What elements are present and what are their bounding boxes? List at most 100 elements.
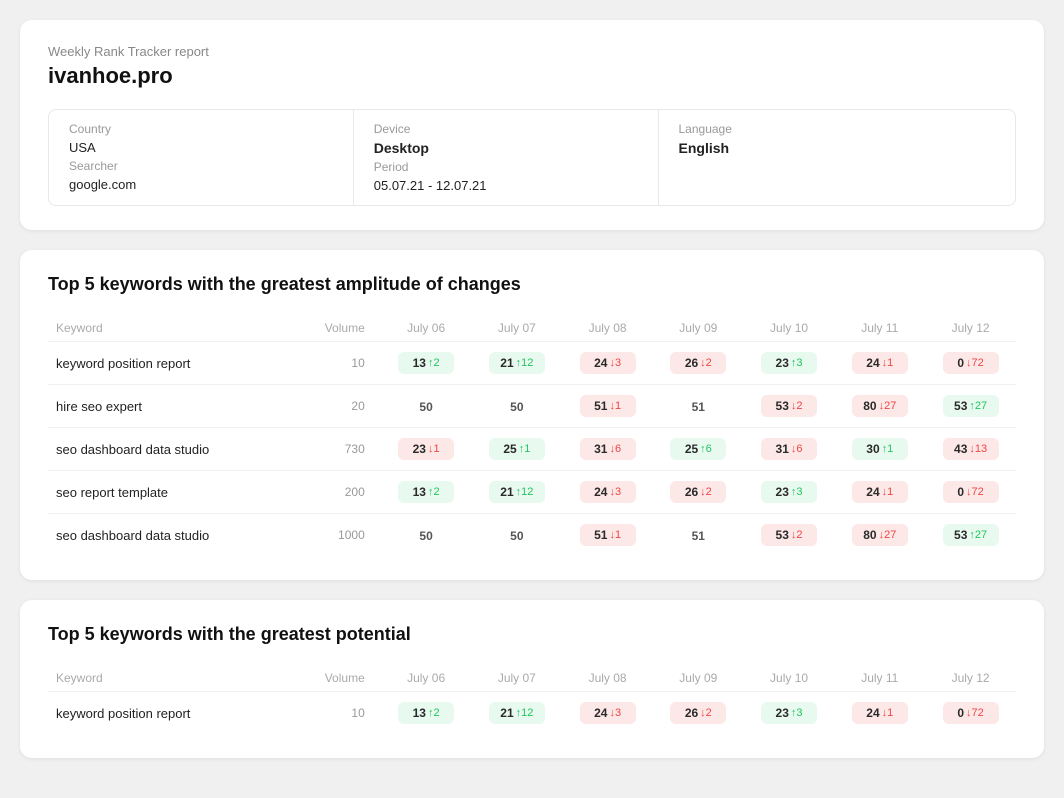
potential-thead: Keyword Volume July 06 July 07 July 08 J… [48, 665, 1016, 692]
keyword-cell: keyword position report [48, 342, 300, 385]
col-jul11: July 11 [834, 665, 925, 692]
cell-green: 25 ↑6 [670, 438, 726, 460]
amplitude-card: Top 5 keywords with the greatest amplitu… [20, 250, 1044, 580]
cell-red: 53 ↓2 [761, 395, 817, 417]
col-jul12: July 12 [925, 665, 1016, 692]
col-jul09: July 09 [653, 665, 744, 692]
country-label: Country [69, 122, 333, 136]
cell-red: 53 ↓2 [761, 524, 817, 546]
col-jul12: July 12 [925, 315, 1016, 342]
cell-green: 21 ↑12 [489, 352, 545, 374]
potential-card: Top 5 keywords with the greatest potenti… [20, 600, 1044, 758]
data-cell-0: 50 [381, 514, 472, 557]
cell-red: 24 ↓1 [852, 702, 908, 724]
col-jul06: July 06 [381, 315, 472, 342]
cell-plain: 50 [398, 529, 454, 543]
data-cell-3: 51 [653, 385, 744, 428]
col-keyword: Keyword [48, 315, 300, 342]
cell-green: 25 ↑1 [489, 438, 545, 460]
amplitude-tbody: keyword position report10 13 ↑2 21 ↑12 2… [48, 342, 1016, 557]
amplitude-table: Keyword Volume July 06 July 07 July 08 J… [48, 315, 1016, 556]
data-cell-6: 53 ↑27 [925, 514, 1016, 557]
table-row: seo dashboard data studio10005050 51 ↓1 … [48, 514, 1016, 557]
volume-cell: 730 [300, 428, 381, 471]
cell-red: 31 ↓6 [761, 438, 817, 460]
table-row: keyword position report10 13 ↑2 21 ↑12 2… [48, 342, 1016, 385]
volume-cell: 10 [300, 342, 381, 385]
data-cell-3: 26 ↓2 [653, 471, 744, 514]
data-cell-5: 24 ↓1 [834, 692, 925, 735]
data-cell-4: 23 ↑3 [744, 342, 835, 385]
report-header-card: Weekly Rank Tracker report ivanhoe.pro C… [20, 20, 1044, 230]
cell-red: 26 ↓2 [670, 352, 726, 374]
data-cell-1: 21 ↑12 [471, 342, 562, 385]
data-cell-0: 23 ↓1 [381, 428, 472, 471]
col-jul07: July 07 [471, 315, 562, 342]
col-jul08: July 08 [562, 665, 653, 692]
cell-green: 23 ↑3 [761, 702, 817, 724]
cell-plain: 50 [489, 400, 545, 414]
col-jul10: July 10 [744, 665, 835, 692]
data-cell-6: 0 ↓72 [925, 471, 1016, 514]
col-jul07: July 07 [471, 665, 562, 692]
col-volume: Volume [300, 315, 381, 342]
amplitude-title: Top 5 keywords with the greatest amplitu… [48, 274, 1016, 295]
data-cell-3: 26 ↓2 [653, 342, 744, 385]
data-cell-2: 51 ↓1 [562, 385, 653, 428]
data-cell-4: 23 ↑3 [744, 692, 835, 735]
data-cell-5: 24 ↓1 [834, 342, 925, 385]
cell-green: 13 ↑2 [398, 352, 454, 374]
cell-red: 80 ↓27 [852, 524, 908, 546]
col-volume: Volume [300, 665, 381, 692]
cell-green: 30 ↑1 [852, 438, 908, 460]
cell-red: 24 ↓3 [580, 352, 636, 374]
cell-red: 43 ↓13 [943, 438, 999, 460]
data-cell-1: 25 ↑1 [471, 428, 562, 471]
data-cell-2: 24 ↓3 [562, 342, 653, 385]
table-row: seo report template200 13 ↑2 21 ↑12 24 ↓… [48, 471, 1016, 514]
keyword-cell: hire seo expert [48, 385, 300, 428]
device-label: Device [374, 122, 638, 136]
data-cell-2: 51 ↓1 [562, 514, 653, 557]
cell-red: 31 ↓6 [580, 438, 636, 460]
meta-language: Language English [659, 110, 1016, 205]
keyword-cell: seo dashboard data studio [48, 514, 300, 557]
report-subtitle: Weekly Rank Tracker report [48, 44, 1016, 59]
cell-green: 21 ↑12 [489, 481, 545, 503]
cell-green: 23 ↑3 [761, 481, 817, 503]
cell-red: 0 ↓72 [943, 702, 999, 724]
data-cell-1: 21 ↑12 [471, 471, 562, 514]
cell-red: 80 ↓27 [852, 395, 908, 417]
col-jul08: July 08 [562, 315, 653, 342]
data-cell-6: 53 ↑27 [925, 385, 1016, 428]
searcher-value: google.com [69, 177, 333, 192]
meta-country: Country USA Searcher google.com [49, 110, 354, 205]
cell-plain: 51 [670, 400, 726, 414]
data-cell-6: 0 ↓72 [925, 342, 1016, 385]
cell-red: 26 ↓2 [670, 702, 726, 724]
cell-red: 51 ↓1 [580, 524, 636, 546]
cell-red: 24 ↓1 [852, 481, 908, 503]
language-value: English [679, 140, 996, 156]
volume-cell: 1000 [300, 514, 381, 557]
period-value: 05.07.21 - 12.07.21 [374, 178, 638, 193]
amplitude-thead: Keyword Volume July 06 July 07 July 08 J… [48, 315, 1016, 342]
cell-green: 53 ↑27 [943, 524, 999, 546]
cell-green: 53 ↑27 [943, 395, 999, 417]
cell-plain: 50 [398, 400, 454, 414]
cell-red: 24 ↓1 [852, 352, 908, 374]
data-cell-6: 0 ↓72 [925, 692, 1016, 735]
data-cell-2: 24 ↓3 [562, 692, 653, 735]
data-cell-5: 30 ↑1 [834, 428, 925, 471]
data-cell-4: 53 ↓2 [744, 385, 835, 428]
data-cell-4: 23 ↑3 [744, 471, 835, 514]
potential-header-row: Keyword Volume July 06 July 07 July 08 J… [48, 665, 1016, 692]
data-cell-1: 21 ↑12 [471, 692, 562, 735]
col-jul10: July 10 [744, 315, 835, 342]
amplitude-header-row: Keyword Volume July 06 July 07 July 08 J… [48, 315, 1016, 342]
volume-cell: 200 [300, 471, 381, 514]
data-cell-5: 80 ↓27 [834, 385, 925, 428]
data-cell-0: 13 ↑2 [381, 471, 472, 514]
period-label: Period [374, 160, 638, 174]
data-cell-0: 13 ↑2 [381, 692, 472, 735]
